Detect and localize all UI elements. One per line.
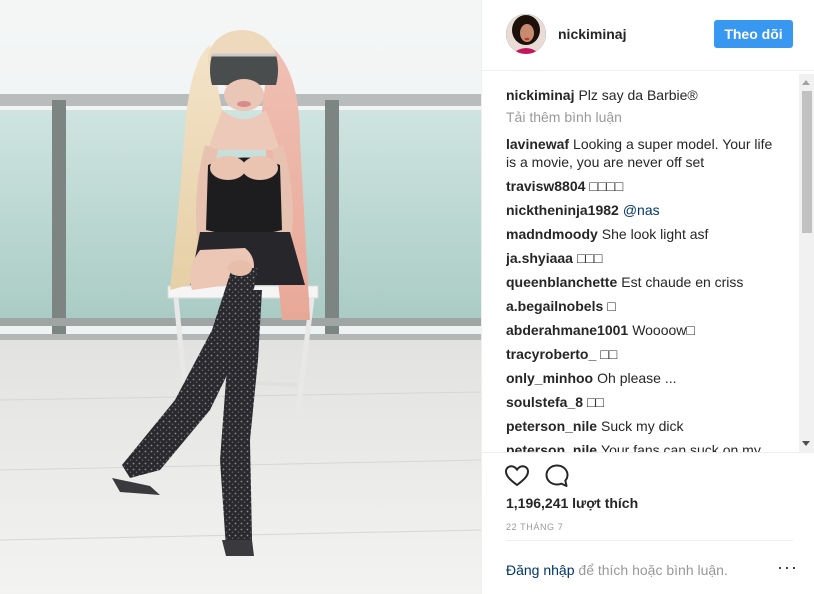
comment-username[interactable]: queenblanchette xyxy=(506,274,617,290)
header-username[interactable]: nickiminaj xyxy=(558,26,626,42)
login-rest-text: để thích hoặc bình luận. xyxy=(578,562,728,578)
comment-username[interactable]: abderahmane1001 xyxy=(506,322,628,338)
comment-item: abderahmane1001 Woooow□ xyxy=(506,321,774,339)
comment-item: travisw8804 □□□□ xyxy=(506,177,774,195)
scroll-up-arrow-icon[interactable] xyxy=(802,80,810,85)
comment-text: Suck my dick xyxy=(601,418,684,434)
post-actions: 1,196,241 lượt thích 22 tháng 7 xyxy=(482,452,814,542)
scrollbar-thumb[interactable] xyxy=(802,91,812,233)
login-link[interactable]: Đăng nhập xyxy=(506,562,575,578)
comment-item: peterson_nile Suck my dick xyxy=(506,417,774,435)
comment-username[interactable]: only_minhoo xyxy=(506,370,593,386)
comment-mention-link[interactable]: @nas xyxy=(623,202,660,218)
heart-icon[interactable] xyxy=(503,462,531,490)
comment-item: only_minhoo Oh please ... xyxy=(506,369,774,387)
comment-text: She look light asf xyxy=(601,226,709,242)
post-photo[interactable] xyxy=(0,0,481,594)
caption-username[interactable]: nickiminaj xyxy=(506,87,574,103)
post-side-panel: nickiminaj Theo dõi nickiminaj Plz say da… xyxy=(481,0,814,594)
follow-button[interactable]: Theo dõi xyxy=(714,20,793,48)
comment-item: nicktheninja1982 @nas xyxy=(506,201,774,219)
comment-username[interactable]: peterson_nile xyxy=(506,418,597,434)
post-caption: nickiminaj Plz say da Barbie® xyxy=(506,86,774,104)
post-header: nickiminaj Theo dõi xyxy=(482,0,814,71)
comment-item: queenblanchette Est chaude en criss xyxy=(506,273,774,291)
comment-text: □ xyxy=(607,298,616,314)
comment-text: Your fans can suck on my xyxy=(601,442,761,452)
comment-username[interactable]: peterson_nile xyxy=(506,442,597,452)
login-prompt-text: Đăng nhập để thích hoặc bình luận. xyxy=(506,562,728,578)
comment-text: □□ xyxy=(587,394,604,410)
comment-text: Woooow□ xyxy=(632,322,695,338)
comment-username[interactable]: ja.shyiaaa xyxy=(506,250,573,266)
load-more-comments-link[interactable]: Tải thêm bình luận xyxy=(506,108,774,126)
comment-text: Est chaude en criss xyxy=(621,274,744,290)
comment-item: soulstefa_8 □□ xyxy=(506,393,774,411)
post-view: nickiminaj Theo dõi nickiminaj Plz say da… xyxy=(0,0,814,594)
avatar[interactable] xyxy=(506,14,546,54)
comment-username[interactable]: tracyroberto_ xyxy=(506,346,596,362)
scroll-down-arrow-icon[interactable] xyxy=(802,441,810,446)
comments-list: nickiminaj Plz say da Barbie® Tải thêm bì… xyxy=(506,80,774,452)
caption-text: Plz say da Barbie® xyxy=(578,87,698,103)
comment-item: a.begailnobels □ xyxy=(506,297,774,315)
comment-text: □□ xyxy=(600,346,618,362)
comment-item: ja.shyiaaa □□□ xyxy=(506,249,774,267)
comment-username[interactable]: a.begailnobels xyxy=(506,298,603,314)
login-prompt: Đăng nhập để thích hoặc bình luận. ··· xyxy=(506,540,797,594)
comment-item: lavinewaf Looking a super model. Your lif… xyxy=(506,135,774,171)
comment-item: tracyroberto_ □□ xyxy=(506,345,774,363)
avatar-image xyxy=(506,14,546,54)
comment-username[interactable]: soulstefa_8 xyxy=(506,394,583,410)
likes-count[interactable]: 1,196,241 lượt thích xyxy=(506,495,638,511)
comment-username[interactable]: madndmoody xyxy=(506,226,598,242)
photo-illustration xyxy=(0,0,481,594)
comments-scrollbar[interactable] xyxy=(799,74,814,452)
comment-username[interactable]: nicktheninja1982 xyxy=(506,202,619,218)
comment-text: □□□□ xyxy=(589,178,624,194)
post-date: 22 tháng 7 xyxy=(506,522,564,532)
comment-username[interactable]: travisw8804 xyxy=(506,178,585,194)
comment-item: madndmoody She look light asf xyxy=(506,225,774,243)
more-options-icon[interactable]: ··· xyxy=(777,558,797,576)
comment-text: Oh please ... xyxy=(597,370,677,386)
comment-item: peterson_nile Your fans can suck on my xyxy=(506,441,774,452)
comment-username[interactable]: lavinewaf xyxy=(506,136,569,152)
comment-text: □□□ xyxy=(576,250,603,266)
comment-bubble-icon[interactable] xyxy=(543,462,571,490)
